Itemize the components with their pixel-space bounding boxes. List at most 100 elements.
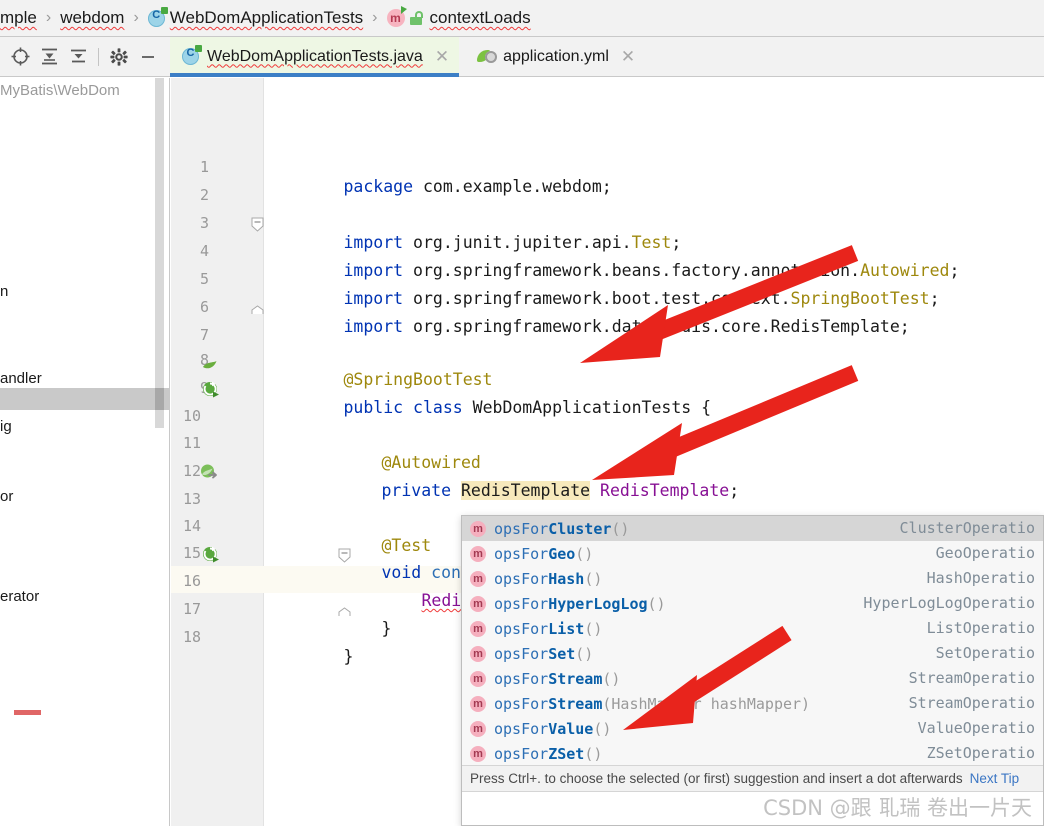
line-number: 11 — [182, 434, 201, 452]
token-type-highlighted: RedisTemplate — [460, 481, 591, 500]
autocomplete-prefix: opsFor — [494, 569, 549, 588]
method-icon — [470, 720, 486, 737]
autocomplete-label: opsForHyperLogLog() — [494, 595, 666, 613]
list-item[interactable]: ig — [0, 418, 12, 435]
token-text: WebDomApplicationTests { — [462, 398, 712, 417]
autocomplete-item[interactable]: opsForHash() HashOperatio — [462, 566, 1043, 591]
autocomplete-prefix: opsFor — [494, 644, 549, 663]
editor-tabs: WebDomApplicationTests.java ✕ applicatio… — [170, 37, 1044, 77]
token-keyword: class — [413, 398, 463, 417]
autocomplete-suffix: ZSet — [548, 744, 585, 763]
breadcrumb-item-module[interactable]: webdom — [60, 8, 124, 28]
list-item[interactable]: andler — [0, 370, 42, 387]
method-icon — [470, 670, 486, 687]
project-scrollbar[interactable] — [155, 78, 164, 428]
line-number: 4 — [199, 242, 209, 260]
autocomplete-return-type: SetOperatio — [935, 644, 1035, 662]
java-class-icon — [182, 45, 202, 65]
line-number: 13 — [182, 490, 201, 508]
token-text: ; — [929, 289, 940, 308]
list-item[interactable]: or — [0, 488, 13, 505]
breadcrumb-item-package[interactable]: mple — [0, 8, 37, 28]
settings-gear-icon[interactable] — [104, 42, 133, 71]
expand-all-icon[interactable] — [35, 42, 64, 71]
autocomplete-return-type: ListOperatio — [926, 619, 1035, 637]
autocomplete-return-type: StreamOperatio — [908, 694, 1035, 712]
code-line: import org.springframework.data.redis.co… — [264, 298, 909, 355]
unlock-icon — [409, 11, 423, 25]
autocomplete-popup[interactable]: opsForCluster() ClusterOperatio opsForGe… — [461, 515, 1044, 826]
close-icon[interactable]: ✕ — [435, 48, 449, 65]
close-icon[interactable]: ✕ — [621, 48, 635, 65]
line-number: 7 — [199, 326, 209, 344]
java-class-icon — [147, 6, 168, 27]
code-line: public class WebDomApplicationTests { — [264, 379, 711, 436]
autocomplete-label: opsForValue() — [494, 720, 611, 738]
autocomplete-item[interactable]: opsForSet() SetOperatio — [462, 641, 1043, 666]
line-number: 5 — [199, 270, 209, 288]
line-number: 6 — [199, 298, 209, 316]
breadcrumb-item-method[interactable]: contextLoads — [386, 6, 531, 28]
token-keyword: import — [343, 317, 404, 336]
autocomplete-args: () — [647, 594, 666, 613]
autocomplete-item[interactable]: opsForZSet() ZSetOperatio — [462, 741, 1043, 766]
tab-application-yml[interactable]: application.yml ✕ — [459, 37, 645, 76]
tab-webdomapplicationtests[interactable]: WebDomApplicationTests.java ✕ — [170, 37, 460, 77]
spring-autowired-icon[interactable] — [200, 463, 220, 486]
autocomplete-prefix: opsFor — [494, 669, 549, 688]
autocomplete-suffix: Stream — [548, 669, 603, 688]
autocomplete-suffix: Geo — [548, 544, 576, 563]
autocomplete-item[interactable]: opsForStream(HashMapper hashMapper) Stre… — [462, 691, 1043, 716]
autocomplete-label: opsForGeo() — [494, 545, 593, 563]
autocomplete-return-type: ValueOperatio — [917, 719, 1035, 737]
autocomplete-args: (HashMapper hashMapper) — [602, 694, 811, 713]
autocomplete-item[interactable]: opsForStream() StreamOperatio — [462, 666, 1043, 691]
hide-icon[interactable] — [133, 42, 162, 71]
next-tip-link[interactable]: Next Tip — [970, 771, 1020, 786]
token-field: RedisTemplate — [600, 481, 730, 500]
code-line: } — [264, 628, 353, 685]
project-tree-path: MyBatis\WebDom — [0, 82, 120, 99]
autocomplete-label: opsForZSet() — [494, 745, 602, 763]
autocomplete-prefix: opsFor — [494, 719, 549, 738]
locate-icon[interactable] — [6, 42, 35, 71]
breadcrumb-label: mple — [0, 8, 37, 27]
autocomplete-item[interactable]: opsForValue() ValueOperatio — [462, 716, 1043, 741]
run-test-icon[interactable] — [202, 381, 220, 404]
autocomplete-return-type: StreamOperatio — [908, 669, 1035, 687]
autocomplete-return-type: HyperLogLogOperatio — [863, 594, 1035, 612]
breadcrumb-item-class[interactable]: WebDomApplicationTests — [147, 6, 364, 28]
autocomplete-suffix: List — [548, 619, 585, 638]
autocomplete-item[interactable]: opsForList() ListOperatio — [462, 616, 1043, 641]
spring-bean-icon[interactable] — [201, 355, 219, 378]
autocomplete-hint-bar: Press Ctrl+. to choose the selected (or … — [462, 765, 1043, 791]
autocomplete-suffix: Hash — [548, 569, 585, 588]
autocomplete-suffix: Cluster — [548, 519, 612, 538]
line-number: 18 — [182, 628, 201, 646]
autocomplete-args: () — [575, 644, 594, 663]
list-item[interactable]: n — [0, 283, 8, 300]
list-item[interactable]: erator — [0, 588, 39, 605]
autocomplete-item[interactable]: opsForHyperLogLog() HyperLogLogOperatio — [462, 591, 1043, 616]
autocomplete-item[interactable]: opsForGeo() GeoOperatio — [462, 541, 1043, 566]
line-number: 17 — [182, 600, 201, 618]
autocomplete-prefix: opsFor — [494, 619, 549, 638]
run-test-icon[interactable] — [202, 546, 220, 569]
autocomplete-prefix: opsFor — [494, 594, 549, 613]
fold-marker-collapse[interactable] — [251, 217, 264, 232]
method-icon — [470, 570, 486, 587]
autocomplete-prefix: opsFor — [494, 544, 549, 563]
error-marker — [14, 110, 41, 115]
fold-marker-end[interactable] — [251, 302, 264, 315]
autocomplete-label: opsForCluster() — [494, 520, 629, 538]
project-tree-panel[interactable]: MyBatis\WebDom n andler ig or erator — [0, 78, 170, 826]
autocomplete-item[interactable]: opsForCluster() ClusterOperatio — [462, 516, 1043, 541]
collapse-all-icon[interactable] — [64, 42, 93, 71]
breadcrumb-label: WebDomApplicationTests — [169, 8, 364, 27]
autocomplete-return-type: ZSetOperatio — [926, 744, 1035, 762]
spring-yml-icon — [477, 48, 498, 65]
line-number: 12 — [182, 462, 201, 480]
project-scrollbar-thumb[interactable] — [155, 388, 164, 410]
